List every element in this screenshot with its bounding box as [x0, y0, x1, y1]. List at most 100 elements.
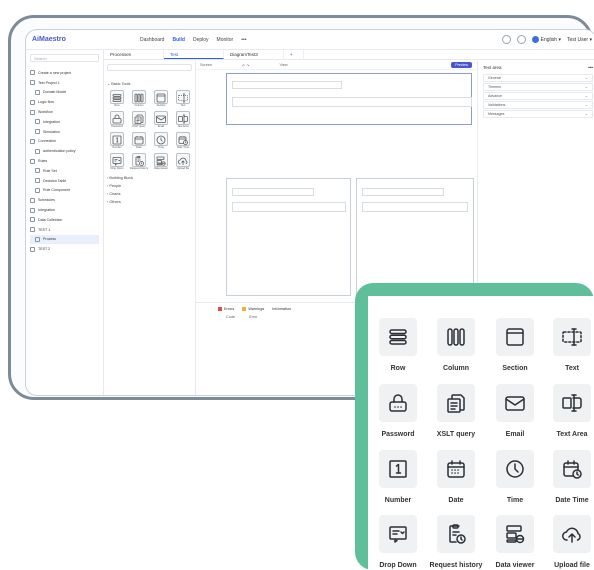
mini-palette-item[interactable]: Password [107, 111, 127, 130]
tree-item[interactable]: Simulation [30, 127, 99, 137]
date-time-icon [553, 450, 591, 488]
palette-category-building-block[interactable]: › Building Block [107, 176, 192, 180]
tree-item[interactable]: Rule Set [30, 166, 99, 176]
form-text-field[interactable] [232, 188, 314, 196]
screen-selector[interactable]: Screen [200, 63, 212, 67]
tree-item[interactable]: authentication policy [30, 146, 99, 156]
mini-palette-item[interactable]: Data viewer [151, 153, 171, 172]
palette-item-drop-down[interactable]: Drop Down [370, 515, 426, 569]
mini-palette-item[interactable]: Time [151, 132, 171, 151]
palette-category-basic[interactable]: ⌄ Basic Tools [107, 81, 192, 86]
form-text-field[interactable] [362, 188, 444, 196]
tree-item[interactable]: TEST 1 [30, 225, 99, 235]
tree-item[interactable]: Rules [30, 156, 99, 166]
palette-item-email[interactable]: Email [487, 384, 543, 438]
policy-icon [35, 148, 40, 154]
palette-category-people[interactable]: › People [107, 184, 192, 188]
tab-information[interactable]: Information [272, 307, 291, 311]
language-selector[interactable]: English ▾ [531, 36, 561, 43]
add-tab-button[interactable]: + [284, 50, 304, 59]
tree-item[interactable]: Connection [30, 137, 99, 147]
palette-search-input[interactable] [107, 64, 192, 71]
mini-palette-item[interactable]: Number [107, 132, 127, 151]
tab-test[interactable]: Test [164, 50, 224, 59]
more-icon[interactable]: ••• [588, 65, 593, 70]
mini-palette-item[interactable]: Request history [129, 153, 149, 172]
tree-item-selected[interactable]: Process [30, 234, 99, 245]
palette-item-section[interactable]: Section [487, 318, 543, 372]
mini-palette-item[interactable]: Section [151, 90, 171, 109]
tree-item[interactable]: Schedules [30, 195, 99, 205]
properties-themes[interactable]: Themes ⌄ [483, 83, 593, 91]
view-toggle[interactable]: View [279, 63, 287, 67]
palette-category-others[interactable]: › Others [107, 200, 192, 204]
nav-more[interactable]: ••• [241, 37, 246, 43]
mini-palette-item[interactable]: Upload file [173, 153, 193, 172]
tree-item[interactable]: Integration [30, 117, 99, 127]
properties-messages[interactable]: Messages ⌄ [483, 110, 593, 118]
tree-item[interactable]: Test Project 1 [30, 78, 99, 88]
palette-item-time[interactable]: Time [487, 450, 543, 504]
section-icon [154, 90, 168, 104]
language-label: English [540, 36, 558, 43]
tree-item[interactable]: Workflow [30, 107, 99, 117]
palette-item-request-history[interactable]: Request history [428, 515, 484, 569]
properties-validations[interactable]: Validations ⌄ [483, 101, 593, 109]
palette-category-charts[interactable]: › Charts [107, 192, 192, 196]
number-icon [110, 132, 124, 146]
tree-item-label: Decision Table [43, 178, 67, 183]
mini-palette-item[interactable]: Row [107, 90, 127, 109]
column-icon [437, 318, 475, 356]
palette-item-number[interactable]: Number [370, 450, 426, 504]
tree-item[interactable]: Rule Component [30, 186, 99, 196]
nav-build[interactable]: Build [172, 37, 185, 43]
palette-item-password[interactable]: Password [370, 384, 426, 438]
form-text-area[interactable] [232, 97, 472, 107]
form-text-field[interactable] [232, 81, 342, 89]
mini-palette-item[interactable]: Text Area [173, 111, 193, 130]
palette-item-row[interactable]: Row [370, 318, 426, 372]
properties-general[interactable]: General ⌄ [483, 74, 593, 82]
nav-monitor[interactable]: Monitor [217, 37, 234, 43]
mini-palette-item[interactable]: Column [129, 90, 149, 109]
tree-item[interactable]: Integration [30, 205, 99, 215]
tree-item[interactable]: Logic flow [30, 97, 99, 107]
tree-item-label: TEST 1 [38, 227, 51, 232]
mini-palette-item[interactable]: Date Time [173, 132, 193, 151]
form-text-field[interactable] [362, 202, 468, 212]
preview-button[interactable]: Preview [451, 62, 472, 68]
tab-errors[interactable]: Errors [218, 307, 234, 311]
mini-palette-item[interactable]: Email [151, 111, 171, 130]
tree-item[interactable]: Decision Table [30, 176, 99, 186]
form-text-field[interactable] [232, 202, 346, 212]
palette-item-date[interactable]: Date [428, 450, 484, 504]
tab-warnings[interactable]: Warnings [242, 307, 264, 311]
nav-dashboard[interactable]: Dashboard [140, 37, 164, 43]
tree-item[interactable]: Create a new project [30, 68, 99, 78]
palette-item-data-viewer[interactable]: Data viewer [487, 515, 543, 569]
mini-palette-item[interactable]: XSLT query [129, 111, 149, 130]
tab-diagramtest3[interactable]: DiagramTest3 [224, 50, 284, 59]
palette-item-xslt-query[interactable]: XSLT query [428, 384, 484, 438]
palette-item-text[interactable]: Text [544, 318, 594, 372]
tab-processes[interactable]: Processes [104, 50, 164, 59]
tree-item[interactable]: Data Collection [30, 215, 99, 225]
tree-item-label: TEST 2 [38, 247, 51, 252]
user-menu[interactable]: Test User ▾ [567, 37, 592, 43]
settings-icon[interactable] [516, 35, 526, 44]
palette-item-upload-file[interactable]: Upload file [544, 515, 594, 569]
undo-icon[interactable]: ↶ ↷ [242, 63, 249, 68]
sidebar-search-input[interactable]: Search [30, 54, 99, 62]
mini-palette-item[interactable]: Date [129, 132, 149, 151]
app-logo[interactable]: AiMaestro [32, 36, 110, 43]
nav-deploy[interactable]: Deploy [193, 37, 209, 43]
tree-item[interactable]: Domain Model [30, 88, 99, 98]
palette-item-column[interactable]: Column [428, 318, 484, 372]
palette-item-text-area[interactable]: Text Area [544, 384, 594, 438]
mini-palette-item[interactable]: Drop Down [107, 153, 127, 172]
mini-palette-item[interactable]: Text [173, 90, 193, 109]
tree-item[interactable]: TEST 2 [30, 244, 99, 254]
properties-advance[interactable]: Advance ⌄ [483, 92, 593, 100]
help-icon[interactable] [501, 35, 511, 44]
palette-item-date-time[interactable]: Date Time [544, 450, 594, 504]
